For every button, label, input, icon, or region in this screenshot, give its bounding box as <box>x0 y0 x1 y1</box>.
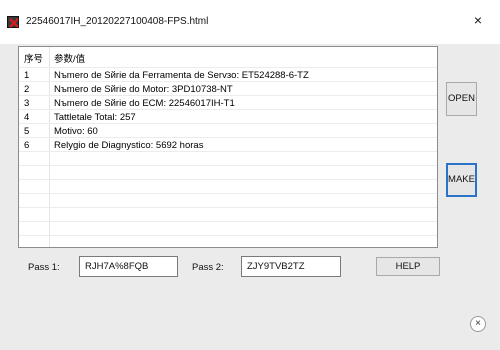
row-divider <box>19 137 437 138</box>
row-divider <box>19 95 437 96</box>
help-button[interactable]: HELP <box>376 257 440 276</box>
row-divider <box>19 207 437 208</box>
title-bar: 22546017IH_20120227100408-FPS.html × <box>0 0 500 44</box>
open-button[interactable]: OPEN <box>446 82 477 116</box>
row-divider <box>19 165 437 166</box>
list-header: 序号 参数/值 <box>19 53 437 66</box>
row-divider <box>19 81 437 82</box>
pass2-label: Pass 2: <box>192 262 224 273</box>
row-divider <box>19 221 437 222</box>
row-divider <box>19 123 437 124</box>
row-divider <box>19 193 437 194</box>
pass2-field[interactable]: ZJY9TVB2TZ <box>241 256 341 277</box>
header-index: 序号 <box>24 54 44 65</box>
close-icon[interactable]: × <box>470 12 486 28</box>
row-divider <box>19 67 437 68</box>
header-value: 参数/值 <box>54 54 86 65</box>
make-button[interactable]: MAKE <box>446 163 477 197</box>
window-title: 22546017IH_20120227100408-FPS.html <box>26 16 209 27</box>
app-window: 22546017IH_20120227100408-FPS.html × 序号 … <box>0 0 500 350</box>
row-divider <box>19 235 437 236</box>
row-divider <box>19 151 437 152</box>
pass1-field[interactable]: RJH7A%8FQB <box>79 256 178 277</box>
close-circle-icon[interactable]: × <box>470 316 486 332</box>
parameter-list[interactable]: 序号 参数/值 1 Nъmero de Sйrie da Ferramenta … <box>18 46 438 248</box>
app-icon <box>7 16 19 28</box>
row-divider <box>19 179 437 180</box>
pass1-label: Pass 1: <box>28 262 60 273</box>
row-divider <box>19 109 437 110</box>
